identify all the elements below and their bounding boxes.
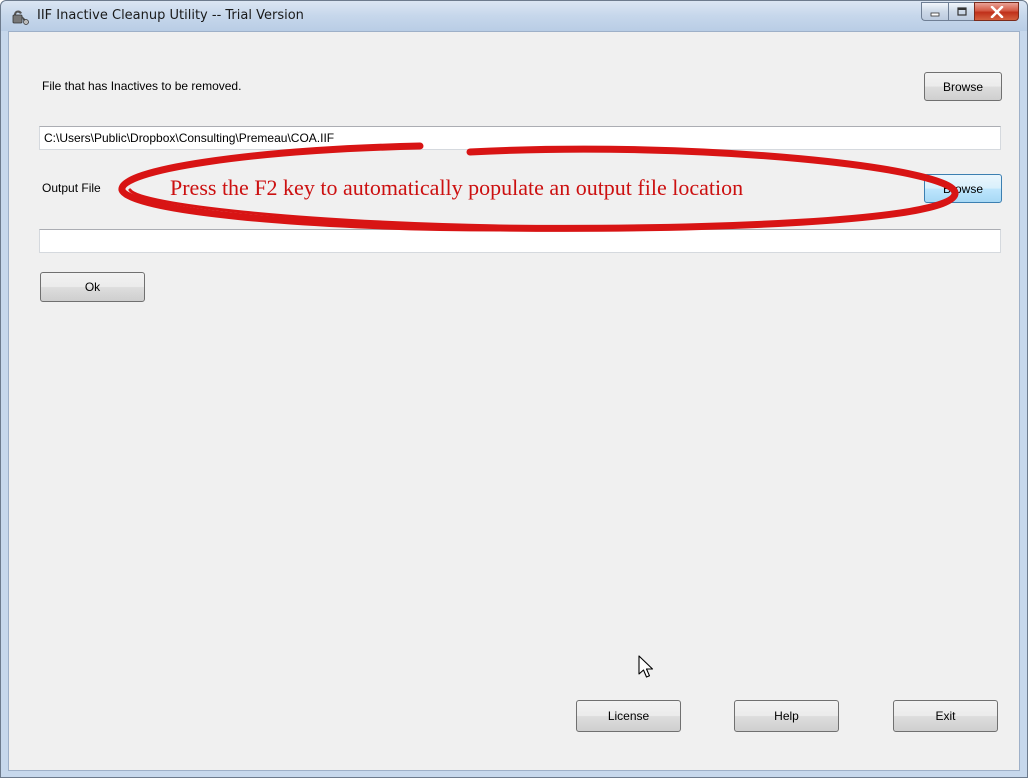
app-window: IIF Inactive Cleanup Utility -- Trial Ve… — [0, 0, 1028, 778]
close-icon — [990, 5, 1003, 18]
output-file-field[interactable] — [39, 229, 1001, 253]
input-file-field[interactable] — [39, 126, 1001, 150]
license-button[interactable]: License — [576, 700, 681, 732]
exit-button[interactable]: Exit — [893, 700, 998, 732]
minimize-button[interactable] — [921, 2, 948, 21]
output-browse-button[interactable]: Browse — [924, 174, 1002, 203]
mouse-cursor-icon — [638, 655, 654, 678]
input-file-label: File that has Inactives to be removed. — [42, 79, 242, 93]
maximize-button[interactable] — [948, 2, 974, 21]
input-browse-button[interactable]: Browse — [924, 72, 1002, 101]
annotation-text: Press the F2 key to automatically popula… — [170, 175, 744, 200]
help-button[interactable]: Help — [734, 700, 839, 732]
ok-button[interactable]: Ok — [40, 272, 145, 302]
title-bar[interactable]: IIF Inactive Cleanup Utility -- Trial Ve… — [1, 1, 1027, 31]
close-button[interactable] — [974, 2, 1019, 21]
minimize-icon — [930, 12, 940, 16]
maximize-icon — [956, 6, 967, 16]
window-controls — [921, 2, 1019, 22]
output-file-label: Output File — [42, 181, 101, 195]
window-title: IIF Inactive Cleanup Utility -- Trial Ve… — [37, 8, 304, 23]
lock-app-icon — [12, 10, 29, 25]
